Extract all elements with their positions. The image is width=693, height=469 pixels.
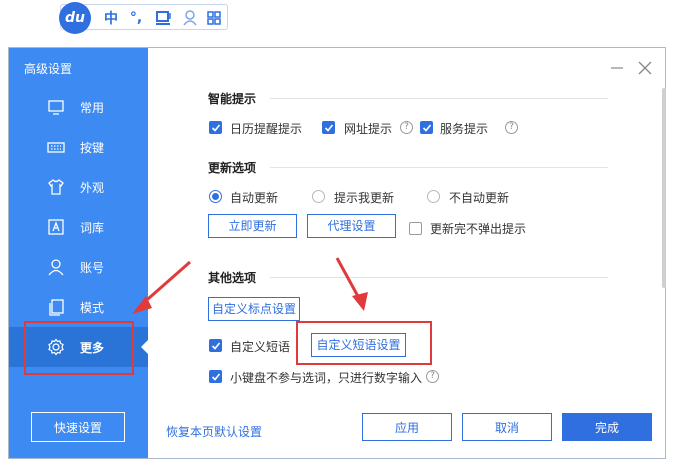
annotation-arrows: [132, 257, 368, 314]
